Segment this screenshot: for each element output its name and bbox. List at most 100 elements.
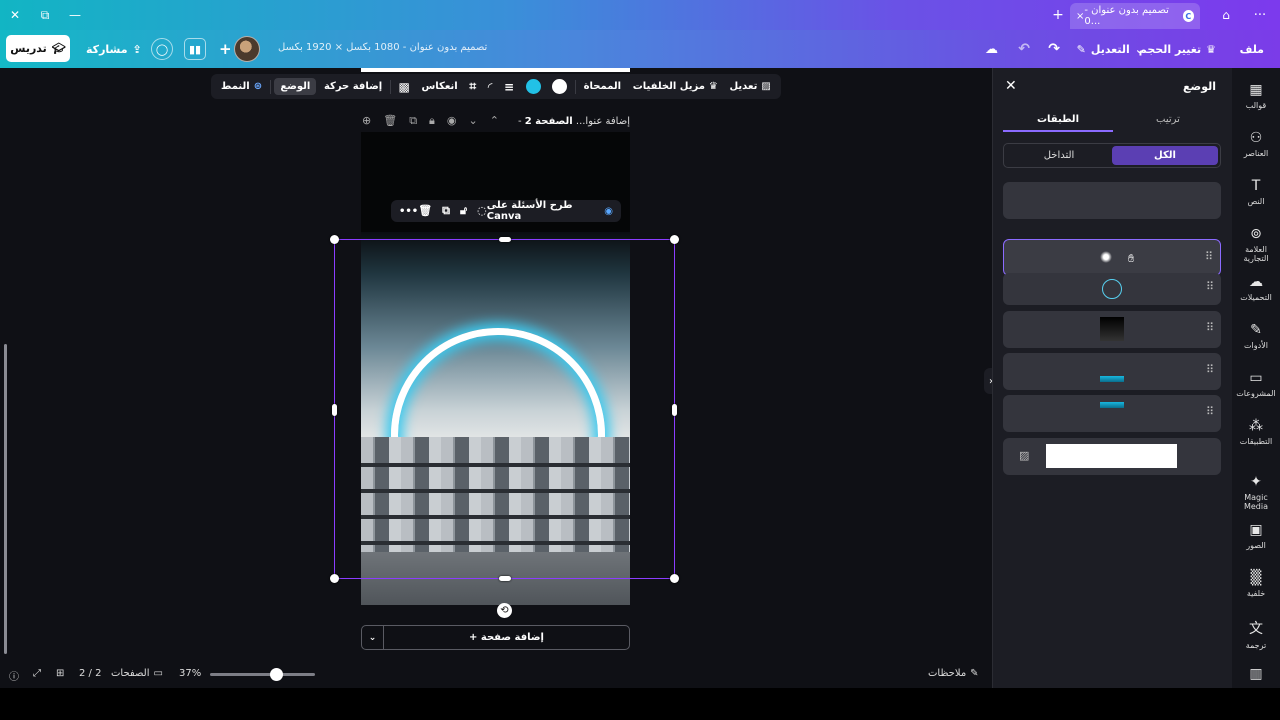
crop-icon[interactable]: ⌗	[465, 79, 480, 94]
chevron-up-icon[interactable]: ⌃	[490, 114, 499, 128]
window-minimize-icon[interactable]: —	[60, 0, 90, 30]
comment-icon[interactable]: ◌	[477, 204, 487, 218]
window-restore-icon[interactable]: ⧉	[30, 0, 60, 30]
zoom-slider-knob[interactable]	[270, 668, 283, 681]
more-options-icon[interactable]: •••	[399, 206, 418, 217]
duplicate-icon[interactable]: ⧉	[442, 204, 450, 218]
document-title[interactable]: تصميم بدون عنوان - 1080 بكسل × 1920 بكسل	[278, 42, 487, 53]
layer-item[interactable]: ⠿	[1003, 395, 1221, 432]
fullscreen-icon[interactable]: ⤢	[33, 668, 41, 679]
tab-layers[interactable]: الطبقات	[1003, 110, 1113, 132]
corner-radius-icon[interactable]: ◜	[484, 80, 497, 94]
page-title[interactable]: - إضافة عنوا... الصفحة 2	[518, 116, 630, 127]
lock-page-icon[interactable]: 🔒︎	[429, 114, 435, 128]
redo-icon[interactable]: ↷	[1048, 36, 1060, 62]
selection-box[interactable]	[330, 235, 679, 583]
add-page-dropdown[interactable]: ⌄	[362, 626, 384, 649]
resize-handle-right[interactable]	[672, 404, 677, 416]
animate-button[interactable]: إضافة حركة	[320, 81, 386, 92]
grid-view-icon[interactable]: ⊞	[56, 668, 64, 679]
delete-icon[interactable]: 🗑︎	[418, 204, 432, 218]
more-icon[interactable]: ···	[1248, 0, 1272, 30]
sidebar-item-tools[interactable]: ✎ الأدوات	[1232, 322, 1280, 350]
layer-item[interactable]: ⠿	[1003, 273, 1221, 305]
sidebar-item-charts[interactable]: ▥	[1232, 666, 1280, 685]
sidebar-item-background[interactable]: ▒ خلفية	[1232, 570, 1280, 598]
zoom-value[interactable]: 37%	[179, 668, 201, 679]
layer-item[interactable]: ⠿	[1003, 353, 1221, 390]
duplicate-page-icon[interactable]: ⧉	[409, 114, 417, 128]
close-icon[interactable]: ✕	[1005, 78, 1017, 94]
edit-label: التعديل	[1090, 42, 1130, 56]
flip-button[interactable]: انعكاس	[417, 81, 461, 92]
sidebar-item-uploads[interactable]: ☁ التحميلات	[1232, 274, 1280, 302]
filter-all[interactable]: الكل	[1112, 146, 1218, 165]
zoom-slider[interactable]	[210, 673, 315, 676]
layer-item-background[interactable]: ▨	[1003, 438, 1221, 475]
resize-handle-top-left[interactable]	[330, 235, 339, 244]
eraser-button[interactable]: الممحاة	[580, 81, 625, 92]
sidebar-item-templates[interactable]: ▦ قوالب	[1232, 82, 1280, 110]
drag-handle-icon[interactable]: ⠿	[1206, 280, 1214, 293]
transparency-icon[interactable]: ▩	[394, 80, 413, 94]
resize-handle-bottom-left[interactable]	[330, 574, 339, 583]
add-page-icon[interactable]: ⊕	[362, 114, 371, 128]
sidebar-item-translate[interactable]: 文 ترجمة	[1232, 618, 1280, 650]
sidebar-item-text[interactable]: T النص	[1232, 178, 1280, 206]
drag-handle-icon[interactable]: ⠿	[1206, 321, 1214, 334]
lock-icon[interactable]: 🔓︎	[460, 204, 467, 218]
drag-handle-icon[interactable]: ⠿	[1205, 250, 1213, 263]
new-tab-button[interactable]: +	[1046, 0, 1070, 30]
undo-icon[interactable]: ↶	[1018, 36, 1030, 62]
rotate-handle[interactable]: ⟲	[497, 603, 512, 618]
resize-button[interactable]: تغيير الحجم ♛	[1139, 36, 1216, 62]
layer-item-selected[interactable]: ⠿ ✋︎	[1003, 239, 1221, 276]
home-icon[interactable]: ⌂	[1214, 0, 1238, 30]
ask-canva-button[interactable]: طرح الأسئلة على Canva ◉	[487, 200, 613, 222]
border-style-icon[interactable]: ≡	[500, 80, 518, 94]
color-swatch-cyan[interactable]	[522, 79, 545, 94]
resize-handle-bottom-right[interactable]	[670, 574, 679, 583]
pages-button[interactable]: الصفحات ▭	[111, 668, 163, 679]
delete-page-icon[interactable]: 🗑︎	[383, 114, 397, 128]
bg-remover-button[interactable]: مزيل الخلفيات ♛	[629, 81, 722, 92]
resize-handle-top[interactable]	[499, 237, 511, 242]
tab-arrange[interactable]: ترتيب	[1113, 110, 1223, 132]
edit-image-button[interactable]: تعديل ▨	[726, 81, 775, 92]
edit-mode-button[interactable]: ✎ التعديل ⌄	[1077, 36, 1144, 62]
chevron-down-icon[interactable]: ⌄	[469, 114, 478, 128]
sidebar-item-projects[interactable]: ▭ المشروعات	[1232, 370, 1280, 398]
comments-button[interactable]: ◯	[151, 36, 173, 62]
sidebar-item-elements[interactable]: ⚇ العناصر	[1232, 130, 1280, 158]
sidebar-item-brand[interactable]: ⊚ العلامة التجارية	[1232, 226, 1280, 263]
resize-handle-top-right[interactable]	[670, 235, 679, 244]
sidebar-item-magic-media[interactable]: ✦ Magic Media	[1232, 474, 1280, 511]
hide-page-icon[interactable]: ◉	[447, 114, 457, 128]
resize-handle-bottom[interactable]	[499, 576, 511, 581]
teach-button[interactable]: تدريس 🎓︎	[6, 35, 70, 62]
sidebar-item-apps[interactable]: ⁂ التطبيقات	[1232, 418, 1280, 446]
style-button[interactable]: النمط ⊛	[217, 81, 266, 92]
position-button[interactable]: الوضع	[274, 78, 317, 95]
share-button[interactable]: مشاركة ⇪	[86, 36, 142, 62]
layer-item[interactable]	[1003, 182, 1221, 219]
window-close-icon[interactable]: ✕	[0, 0, 30, 30]
notes-button[interactable]: ملاحظات ✎	[928, 668, 979, 679]
resize-handle-left[interactable]	[332, 404, 337, 416]
help-icon[interactable]: ⓘ	[9, 668, 19, 683]
browser-tab[interactable]: × تصميم بدون عنوان - 0... C	[1070, 3, 1200, 29]
cloud-saved-icon[interactable]: ☁	[985, 36, 998, 62]
drag-handle-icon[interactable]: ⠿	[1206, 405, 1214, 418]
filter-overlapping[interactable]: التداخل	[1006, 146, 1112, 165]
add-collaborator-button[interactable]: +	[219, 36, 232, 62]
drag-handle-icon[interactable]: ⠿	[1206, 363, 1214, 376]
tab-close-icon[interactable]: ×	[1076, 11, 1084, 22]
sidebar-item-photos[interactable]: ▣ الصور	[1232, 522, 1280, 550]
avatar[interactable]	[234, 36, 260, 62]
color-swatch-white[interactable]	[548, 79, 571, 94]
insights-button[interactable]: ▮▮	[184, 36, 206, 62]
vertical-scrollbar[interactable]	[4, 344, 7, 654]
layer-item[interactable]: ⠿	[1003, 311, 1221, 348]
file-menu-button[interactable]: ملف	[1240, 36, 1264, 62]
add-page-button[interactable]: + إضافة صفحة	[384, 626, 629, 649]
